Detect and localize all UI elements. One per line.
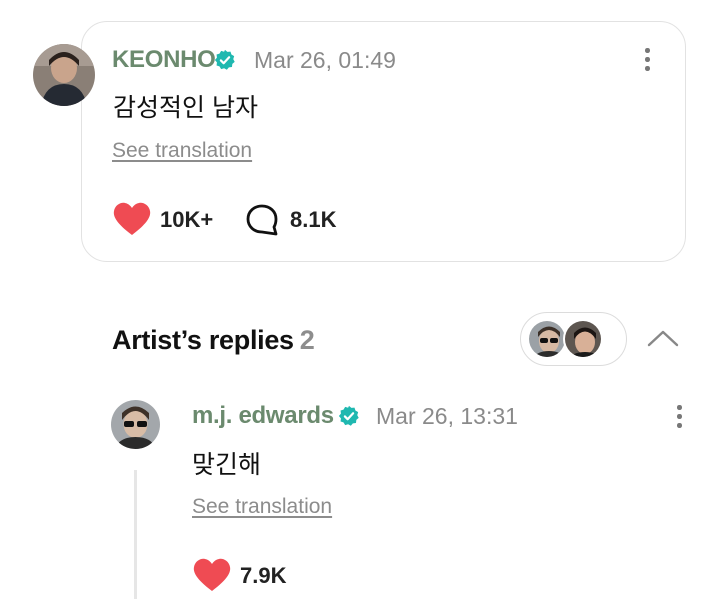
verified-badge-icon [338, 405, 359, 426]
chevron-up-icon[interactable] [647, 328, 679, 348]
comment-bubble-icon[interactable] [245, 203, 279, 237]
post-like-count: 10K+ [160, 207, 214, 232]
mj-edwards-avatar[interactable] [111, 400, 160, 449]
post-like-heart-icon[interactable] [113, 202, 151, 236]
reply-more-options-icon[interactable] [675, 403, 683, 431]
artist-replies-title: Artist’s replies [112, 325, 294, 355]
post-text: 감성적인 남자 [113, 94, 258, 122]
artist-replies-count: 2 [299, 325, 315, 355]
post-author-name[interactable]: KEONHO [112, 46, 216, 74]
artist-mini-avatar [527, 319, 567, 359]
post-comment-count: 8.1K [290, 207, 337, 232]
reply-timestamp: Mar 26, 13:31 [376, 403, 518, 429]
reply-author-name[interactable]: m.j. edwards [192, 402, 334, 430]
reply-like-count: 7.9K [240, 563, 287, 588]
post-more-options-icon[interactable] [643, 46, 651, 74]
artist-replies-heading: Artist’s replies 2 [112, 325, 315, 356]
verified-badge-icon [214, 49, 235, 70]
reply-thread-line [134, 470, 137, 599]
post-see-translation-link[interactable]: See translation [112, 139, 252, 163]
reply-see-translation-link[interactable]: See translation [192, 495, 332, 519]
keonho-avatar[interactable] [33, 44, 95, 106]
reply-like-heart-icon[interactable] [193, 558, 231, 592]
reply-text: 맞긴해 [192, 451, 262, 479]
post-timestamp: Mar 26, 01:49 [254, 47, 396, 73]
artist-mini-avatar [563, 319, 603, 359]
artist-avatars-pill[interactable] [520, 312, 627, 366]
